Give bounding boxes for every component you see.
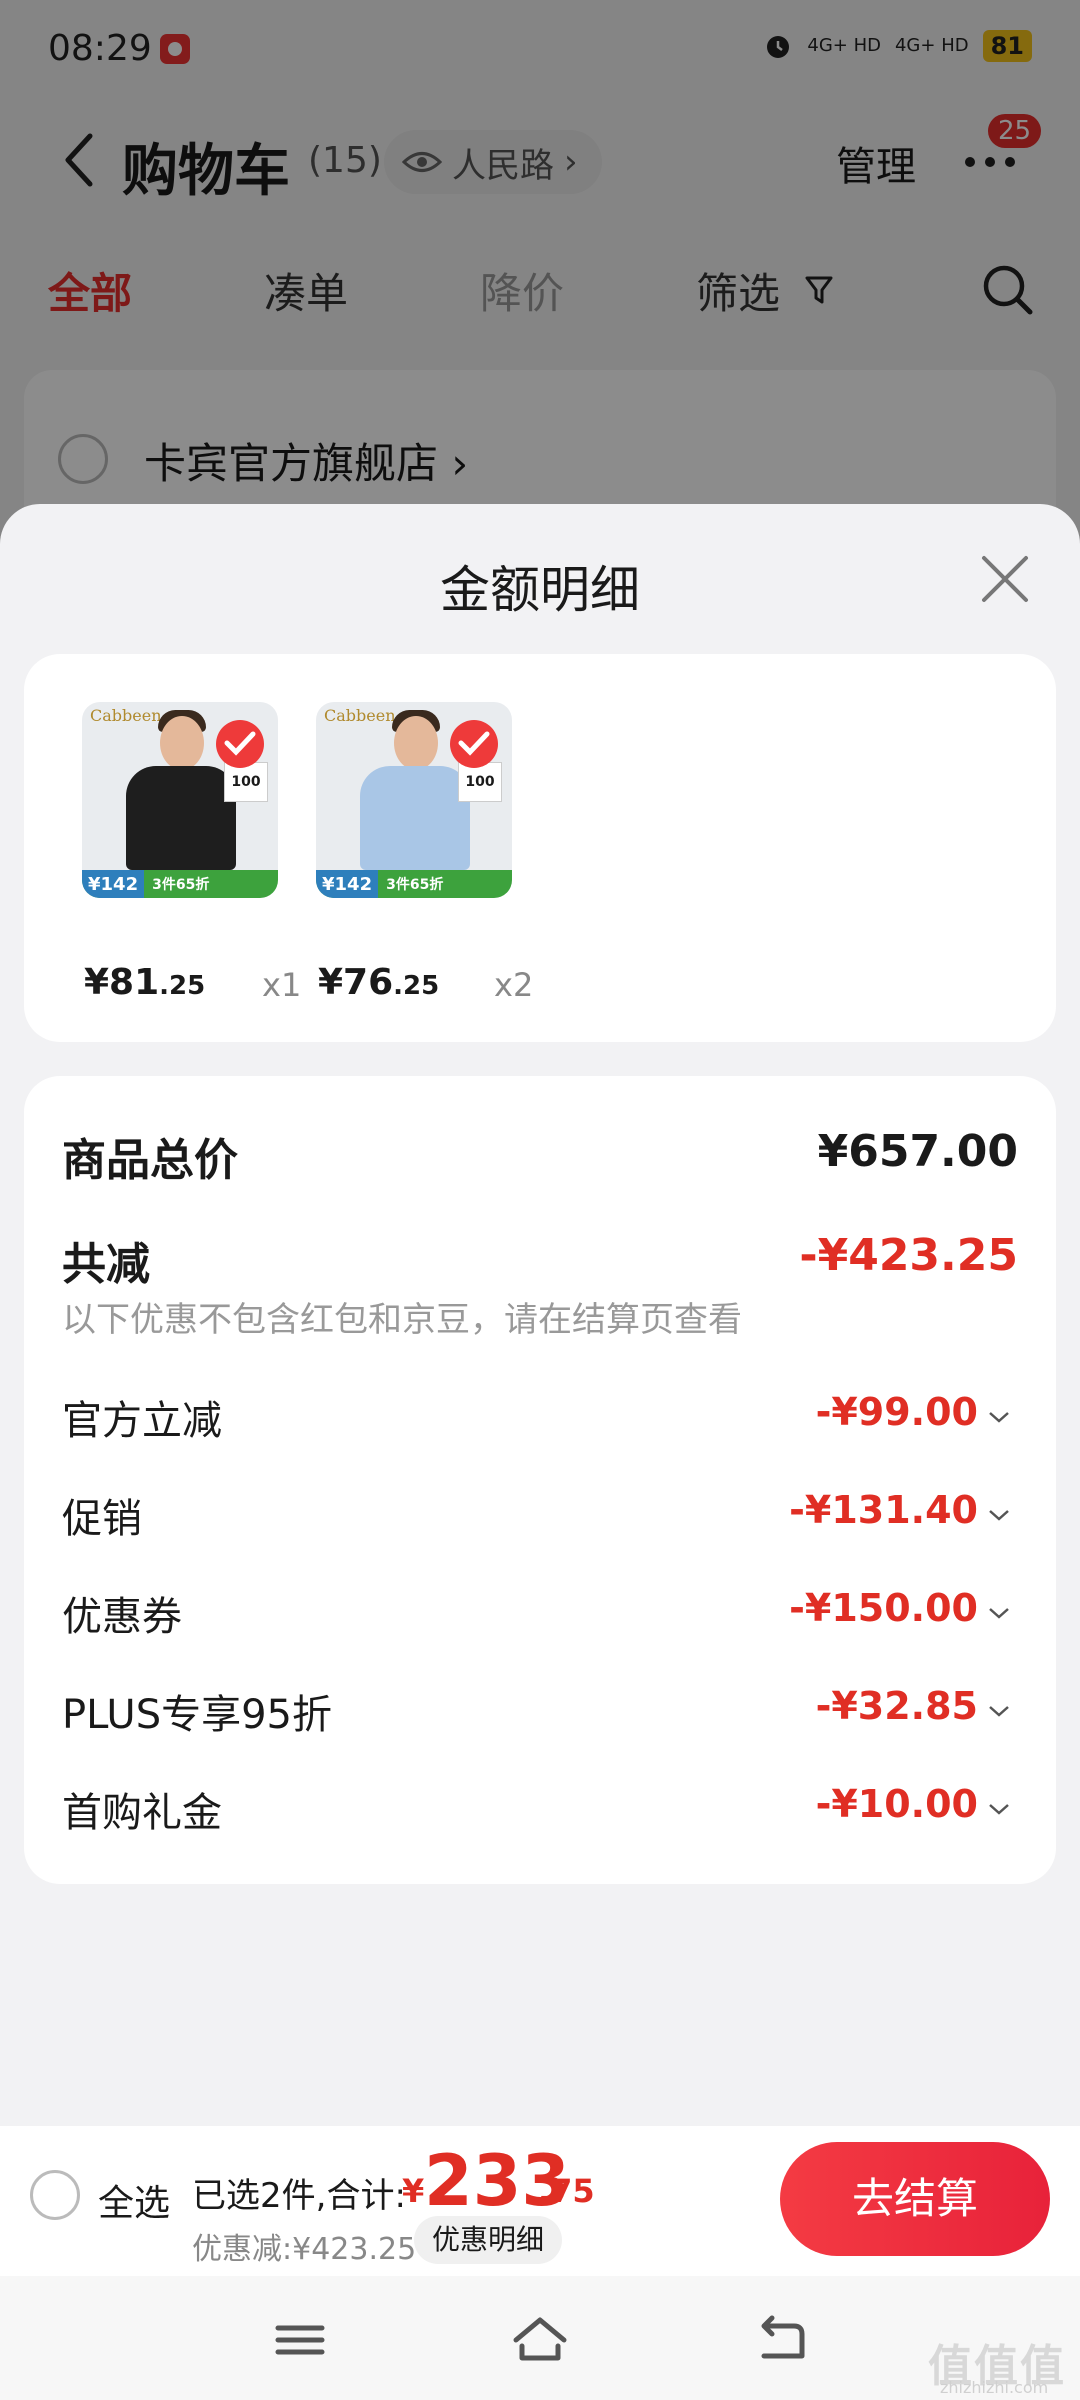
total-value: ¥657.00: [817, 1126, 1018, 1177]
promo-price: ¥142: [82, 870, 145, 898]
price-int: ¥81: [84, 962, 160, 1003]
products-card: Cabbeen 100 ¥142 3件65折 ¥81.25 x1 Cabbeen: [24, 654, 1056, 1042]
product-qty: x1: [262, 966, 302, 1004]
chevron-down-icon[interactable]: [988, 1410, 1010, 1424]
chevron-down-icon[interactable]: [988, 1704, 1010, 1718]
menu-icon[interactable]: [270, 2312, 330, 2368]
amount-detail-sheet: 金额明细 Cabbeen 100 ¥142 3件65折 ¥81.25 x1 Ca…: [0, 504, 1080, 2126]
saved-amount: 优惠减:¥423.25: [192, 2232, 417, 2267]
product-qty: x2: [494, 966, 534, 1004]
close-icon[interactable]: [976, 550, 1034, 608]
chevron-down-icon[interactable]: [988, 1802, 1010, 1816]
promo-text: 3件65折: [152, 877, 210, 893]
promo-strip: ¥142 3件65折: [316, 870, 512, 898]
system-nav-bar: [0, 2276, 1080, 2400]
selected-check-icon: [216, 720, 264, 768]
discount-label-first-purchase: 首购礼金: [62, 1790, 222, 1836]
discount-label-promo: 促销: [62, 1496, 142, 1542]
selected-check-icon: [450, 720, 498, 768]
reduce-note: 以下优惠不包含红包和京豆，请在结算页查看: [62, 1300, 742, 1340]
total-currency: ¥: [402, 2172, 425, 2210]
chevron-down-icon[interactable]: [988, 1508, 1010, 1522]
brand-logo: Cabbeen: [90, 706, 162, 725]
back-icon[interactable]: [750, 2312, 810, 2368]
price-dec: .25: [393, 971, 440, 1001]
product-price: ¥76.25: [318, 962, 439, 1003]
shirt-graphic: [360, 766, 470, 870]
model-head: [394, 716, 438, 770]
product-tag: 100: [224, 762, 268, 802]
discount-detail-button[interactable]: 优惠明细: [414, 2216, 563, 2264]
total-amount-dec: .75: [538, 2172, 595, 2210]
shirt-graphic: [126, 766, 236, 870]
promo-price: ¥142: [316, 870, 379, 898]
checkout-bar: 全选 已选2件,合计: ¥ 233 .75 优惠减:¥423.25 优惠明细 去…: [0, 2126, 1080, 2276]
price-detail-card: 商品总价 ¥657.00 共减 -¥423.25 以下优惠不包含红包和京豆，请在…: [24, 1076, 1056, 1884]
price-dec: .25: [159, 971, 206, 1001]
sheet-title: 金额明细: [440, 561, 640, 619]
home-icon[interactable]: [510, 2312, 570, 2368]
product-price: ¥81.25: [84, 962, 205, 1003]
reduce-value: -¥423.25: [799, 1230, 1018, 1281]
discount-value-coupon[interactable]: -¥150.00: [789, 1586, 978, 1630]
product-image: Cabbeen 100 ¥142 3件65折: [316, 702, 512, 898]
discount-value-promo[interactable]: -¥131.40: [789, 1488, 978, 1532]
chevron-down-icon[interactable]: [988, 1606, 1010, 1620]
promo-strip: ¥142 3件65折: [82, 870, 278, 898]
select-all-radio[interactable]: [30, 2170, 80, 2220]
price-int: ¥76: [318, 962, 394, 1003]
discount-label-official: 官方立减: [62, 1398, 222, 1444]
product-tag: 100: [458, 762, 502, 802]
product-image: Cabbeen 100 ¥142 3件65折: [82, 702, 278, 898]
discount-label-coupon: 优惠券: [62, 1594, 182, 1640]
select-all-label[interactable]: 全选: [98, 2174, 170, 2226]
brand-logo: Cabbeen: [324, 706, 396, 725]
discount-value-plus[interactable]: -¥32.85: [816, 1684, 978, 1728]
watermark-url: zhizhizhi.com: [940, 2378, 1049, 2397]
discount-value-first-purchase[interactable]: -¥10.00: [816, 1782, 978, 1826]
total-label: 商品总价: [62, 1135, 238, 1186]
promo-text: 3件65折: [386, 877, 444, 893]
discount-value-official[interactable]: -¥99.00: [816, 1390, 978, 1434]
reduce-label: 共减: [62, 1239, 150, 1290]
checkout-button[interactable]: 去结算: [780, 2142, 1050, 2256]
model-head: [160, 716, 204, 770]
selected-summary: 已选2件,合计:: [192, 2176, 406, 2216]
discount-label-plus: PLUS专享95折: [62, 1692, 332, 1738]
